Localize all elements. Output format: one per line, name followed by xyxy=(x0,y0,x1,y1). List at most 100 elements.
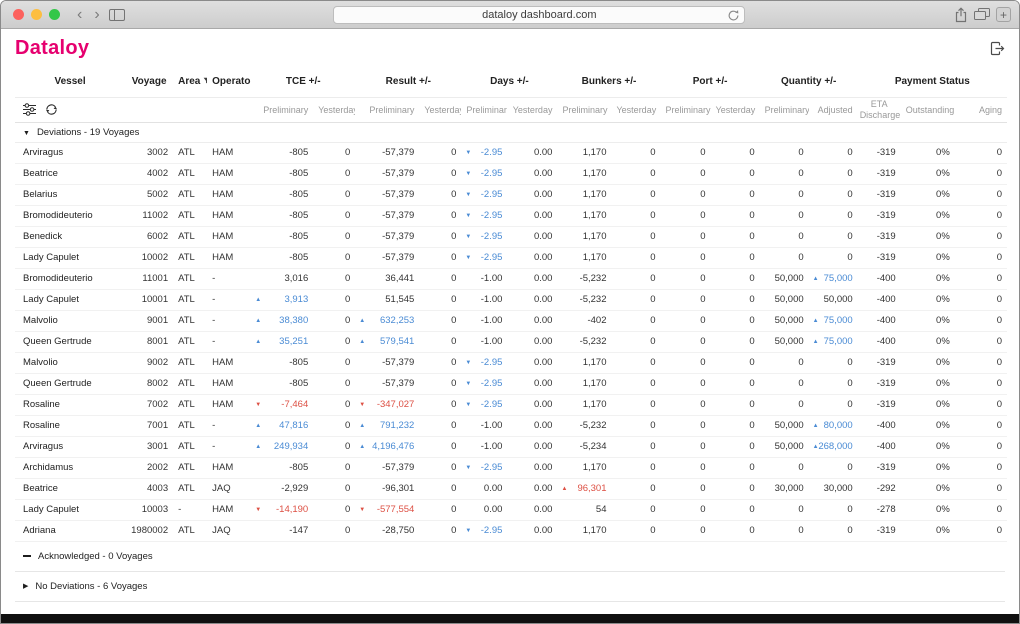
bunkers-preliminary-cell: 1,170 xyxy=(557,373,611,394)
col-group-label: Vessel xyxy=(54,76,85,87)
table-row[interactable]: Belarius5002ATLHAM-8050-57,3790▼-2.950.0… xyxy=(15,184,1007,205)
voyage-cell: 10001 xyxy=(125,289,173,310)
refresh-icon[interactable] xyxy=(45,103,58,116)
tabs-icon[interactable] xyxy=(974,8,990,21)
reload-icon[interactable] xyxy=(727,9,740,25)
table-row[interactable]: Benedick6002ATLHAM-8050-57,3790▼-2.950.0… xyxy=(15,226,1007,247)
table-row[interactable]: Malvolio9001ATL-▲38,3800▲632,2530-1.000.… xyxy=(15,310,1007,331)
filter-icon[interactable] xyxy=(203,77,207,85)
quantity-preliminary-cell: 0 xyxy=(760,352,809,373)
aging-cell: 0 xyxy=(955,415,1007,436)
vessel-cell: Lady Capulet xyxy=(15,289,125,310)
operator-cell: HAM xyxy=(207,373,251,394)
tce-yesterday-cell: 0 xyxy=(313,205,355,226)
days-yesterday-cell: 0.00 xyxy=(507,184,557,205)
minimize-button[interactable] xyxy=(31,9,42,20)
days-preliminary-cell: -1.00 xyxy=(461,331,507,352)
table-row[interactable]: Arviragus3001ATL-▲249,9340▲4,196,4760-1.… xyxy=(15,436,1007,457)
port-yesterday-cell: 0 xyxy=(711,457,760,478)
table-row[interactable]: Malvolio9002ATLHAM-8050-57,3790▼-2.950.0… xyxy=(15,352,1007,373)
table-row[interactable]: Queen Gertrude8001ATL-▲35,2510▲579,5410-… xyxy=(15,331,1007,352)
share-icon[interactable] xyxy=(954,7,968,23)
down-arrow-icon: ▼ xyxy=(255,402,261,408)
result-preliminary-cell: -57,379 xyxy=(355,247,419,268)
table-row[interactable]: Archidamus2002ATLHAM-8050-57,3790▼-2.950… xyxy=(15,457,1007,478)
port-preliminary-cell: 0 xyxy=(661,373,711,394)
port-yesterday-cell: 0 xyxy=(711,352,760,373)
back-button[interactable]: ‹ xyxy=(74,7,85,23)
table-row[interactable]: Adriana1980002ATLJAQ-1470-28,7500▼-2.950… xyxy=(15,520,1007,541)
voyage-cell: 2002 xyxy=(125,457,173,478)
table-row[interactable]: Bromodideuterio11002ATLHAM-8050-57,3790▼… xyxy=(15,205,1007,226)
close-button[interactable] xyxy=(13,9,24,20)
port-yesterday-cell: 0 xyxy=(711,415,760,436)
operator-cell: HAM xyxy=(207,247,251,268)
table-row[interactable]: Bromodideuterio11001ATL-3,016036,4410-1.… xyxy=(15,268,1007,289)
section-footers: Acknowledged - 0 Voyages▶No Deviations -… xyxy=(15,542,1005,602)
vessel-cell: Benedick xyxy=(15,226,125,247)
outstanding-cell: 0% xyxy=(901,478,955,499)
port-yesterday-cell: 0 xyxy=(711,394,760,415)
table-row[interactable]: Lady Capulet10001ATL-▲3,913051,5450-1.00… xyxy=(15,289,1007,310)
logout-icon[interactable] xyxy=(989,41,1005,56)
bunkers-yesterday-cell: 0 xyxy=(612,247,661,268)
section-header-acknowledged[interactable]: Acknowledged - 0 Voyages xyxy=(15,542,1005,572)
triangle-right-icon: ▶ xyxy=(23,582,28,590)
result-preliminary-cell: ▲791,232 xyxy=(355,415,419,436)
outstanding-cell: 0% xyxy=(901,394,955,415)
days-yesterday-cell: 0.00 xyxy=(507,247,557,268)
result-preliminary-cell: -57,379 xyxy=(355,184,419,205)
zoom-button[interactable] xyxy=(49,9,60,20)
result-yesterday-cell: 0 xyxy=(419,247,461,268)
result-yesterday-cell: 0 xyxy=(419,478,461,499)
eta-discharge-cell: -400 xyxy=(858,310,901,331)
section-header-deviations[interactable]: ▼Deviations - 19 Voyages xyxy=(15,122,1007,142)
table-row[interactable]: Lady Capulet10003-HAM▼-14,1900▼-577,5540… xyxy=(15,499,1007,520)
up-arrow-icon: ▲ xyxy=(255,423,261,429)
port-yesterday-cell: 0 xyxy=(711,331,760,352)
result-yesterday-cell: 0 xyxy=(419,415,461,436)
operator-cell: HAM xyxy=(207,226,251,247)
days-preliminary-cell: ▼-2.95 xyxy=(461,163,507,184)
quantity-preliminary-cell: 0 xyxy=(760,373,809,394)
quantity-preliminary-cell: 0 xyxy=(760,184,809,205)
forward-button[interactable]: › xyxy=(91,7,102,23)
tce-yesterday-cell: 0 xyxy=(313,268,355,289)
table-row[interactable]: Beatrice4003ATLJAQ-2,9290-96,30100.000.0… xyxy=(15,478,1007,499)
eta-discharge-cell: -292 xyxy=(858,478,901,499)
tce-yesterday-cell: 0 xyxy=(313,415,355,436)
area-cell: ATL xyxy=(173,331,207,352)
table-row[interactable]: Rosaline7001ATL-▲47,8160▲791,2320-1.000.… xyxy=(15,415,1007,436)
quantity-preliminary-cell: 50,000 xyxy=(760,331,809,352)
operator-cell: - xyxy=(207,289,251,310)
table-row[interactable]: Queen Gertrude8002ATLHAM-8050-57,3790▼-2… xyxy=(15,373,1007,394)
result-preliminary-cell: 51,545 xyxy=(355,289,419,310)
aging-cell: 0 xyxy=(955,373,1007,394)
sidebar-icon[interactable] xyxy=(109,9,125,21)
vessel-cell: Malvolio xyxy=(15,310,125,331)
area-cell: ATL xyxy=(173,478,207,499)
table-row[interactable]: Arviragus3002ATLHAM-8050-57,3790▼-2.950.… xyxy=(15,142,1007,163)
col-group-label: Quantity +/- xyxy=(781,76,836,87)
tce-preliminary-cell: -805 xyxy=(251,205,313,226)
section-header-no-deviations[interactable]: ▶No Deviations - 6 Voyages xyxy=(15,572,1005,602)
table-row[interactable]: Lady Capulet10002ATLHAM-8050-57,3790▼-2.… xyxy=(15,247,1007,268)
filter-sliders-icon[interactable] xyxy=(23,103,36,116)
result-preliminary-cell: -57,379 xyxy=(355,352,419,373)
eta-discharge-cell: -319 xyxy=(858,247,901,268)
address-bar[interactable]: dataloy dashboard.com xyxy=(333,6,745,24)
table-row[interactable]: Beatrice4002ATLHAM-8050-57,3790▼-2.950.0… xyxy=(15,163,1007,184)
bunkers-preliminary-cell: 1,170 xyxy=(557,205,611,226)
result-yesterday-cell: 0 xyxy=(419,331,461,352)
new-tab-icon[interactable]: + xyxy=(996,7,1011,22)
bunkers-preliminary-cell: -5,232 xyxy=(557,268,611,289)
vessel-cell: Lady Capulet xyxy=(15,499,125,520)
tce-yesterday-cell: 0 xyxy=(313,520,355,541)
col-group-label: Area xyxy=(178,76,200,87)
tce-yesterday-cell: 0 xyxy=(313,247,355,268)
aging-cell: 0 xyxy=(955,478,1007,499)
area-cell: ATL xyxy=(173,373,207,394)
tce-yesterday-cell: 0 xyxy=(313,142,355,163)
table-row[interactable]: Rosaline7002ATLHAM▼-7,4640▼-347,0270▼-2.… xyxy=(15,394,1007,415)
voyage-cell: 1980002 xyxy=(125,520,173,541)
